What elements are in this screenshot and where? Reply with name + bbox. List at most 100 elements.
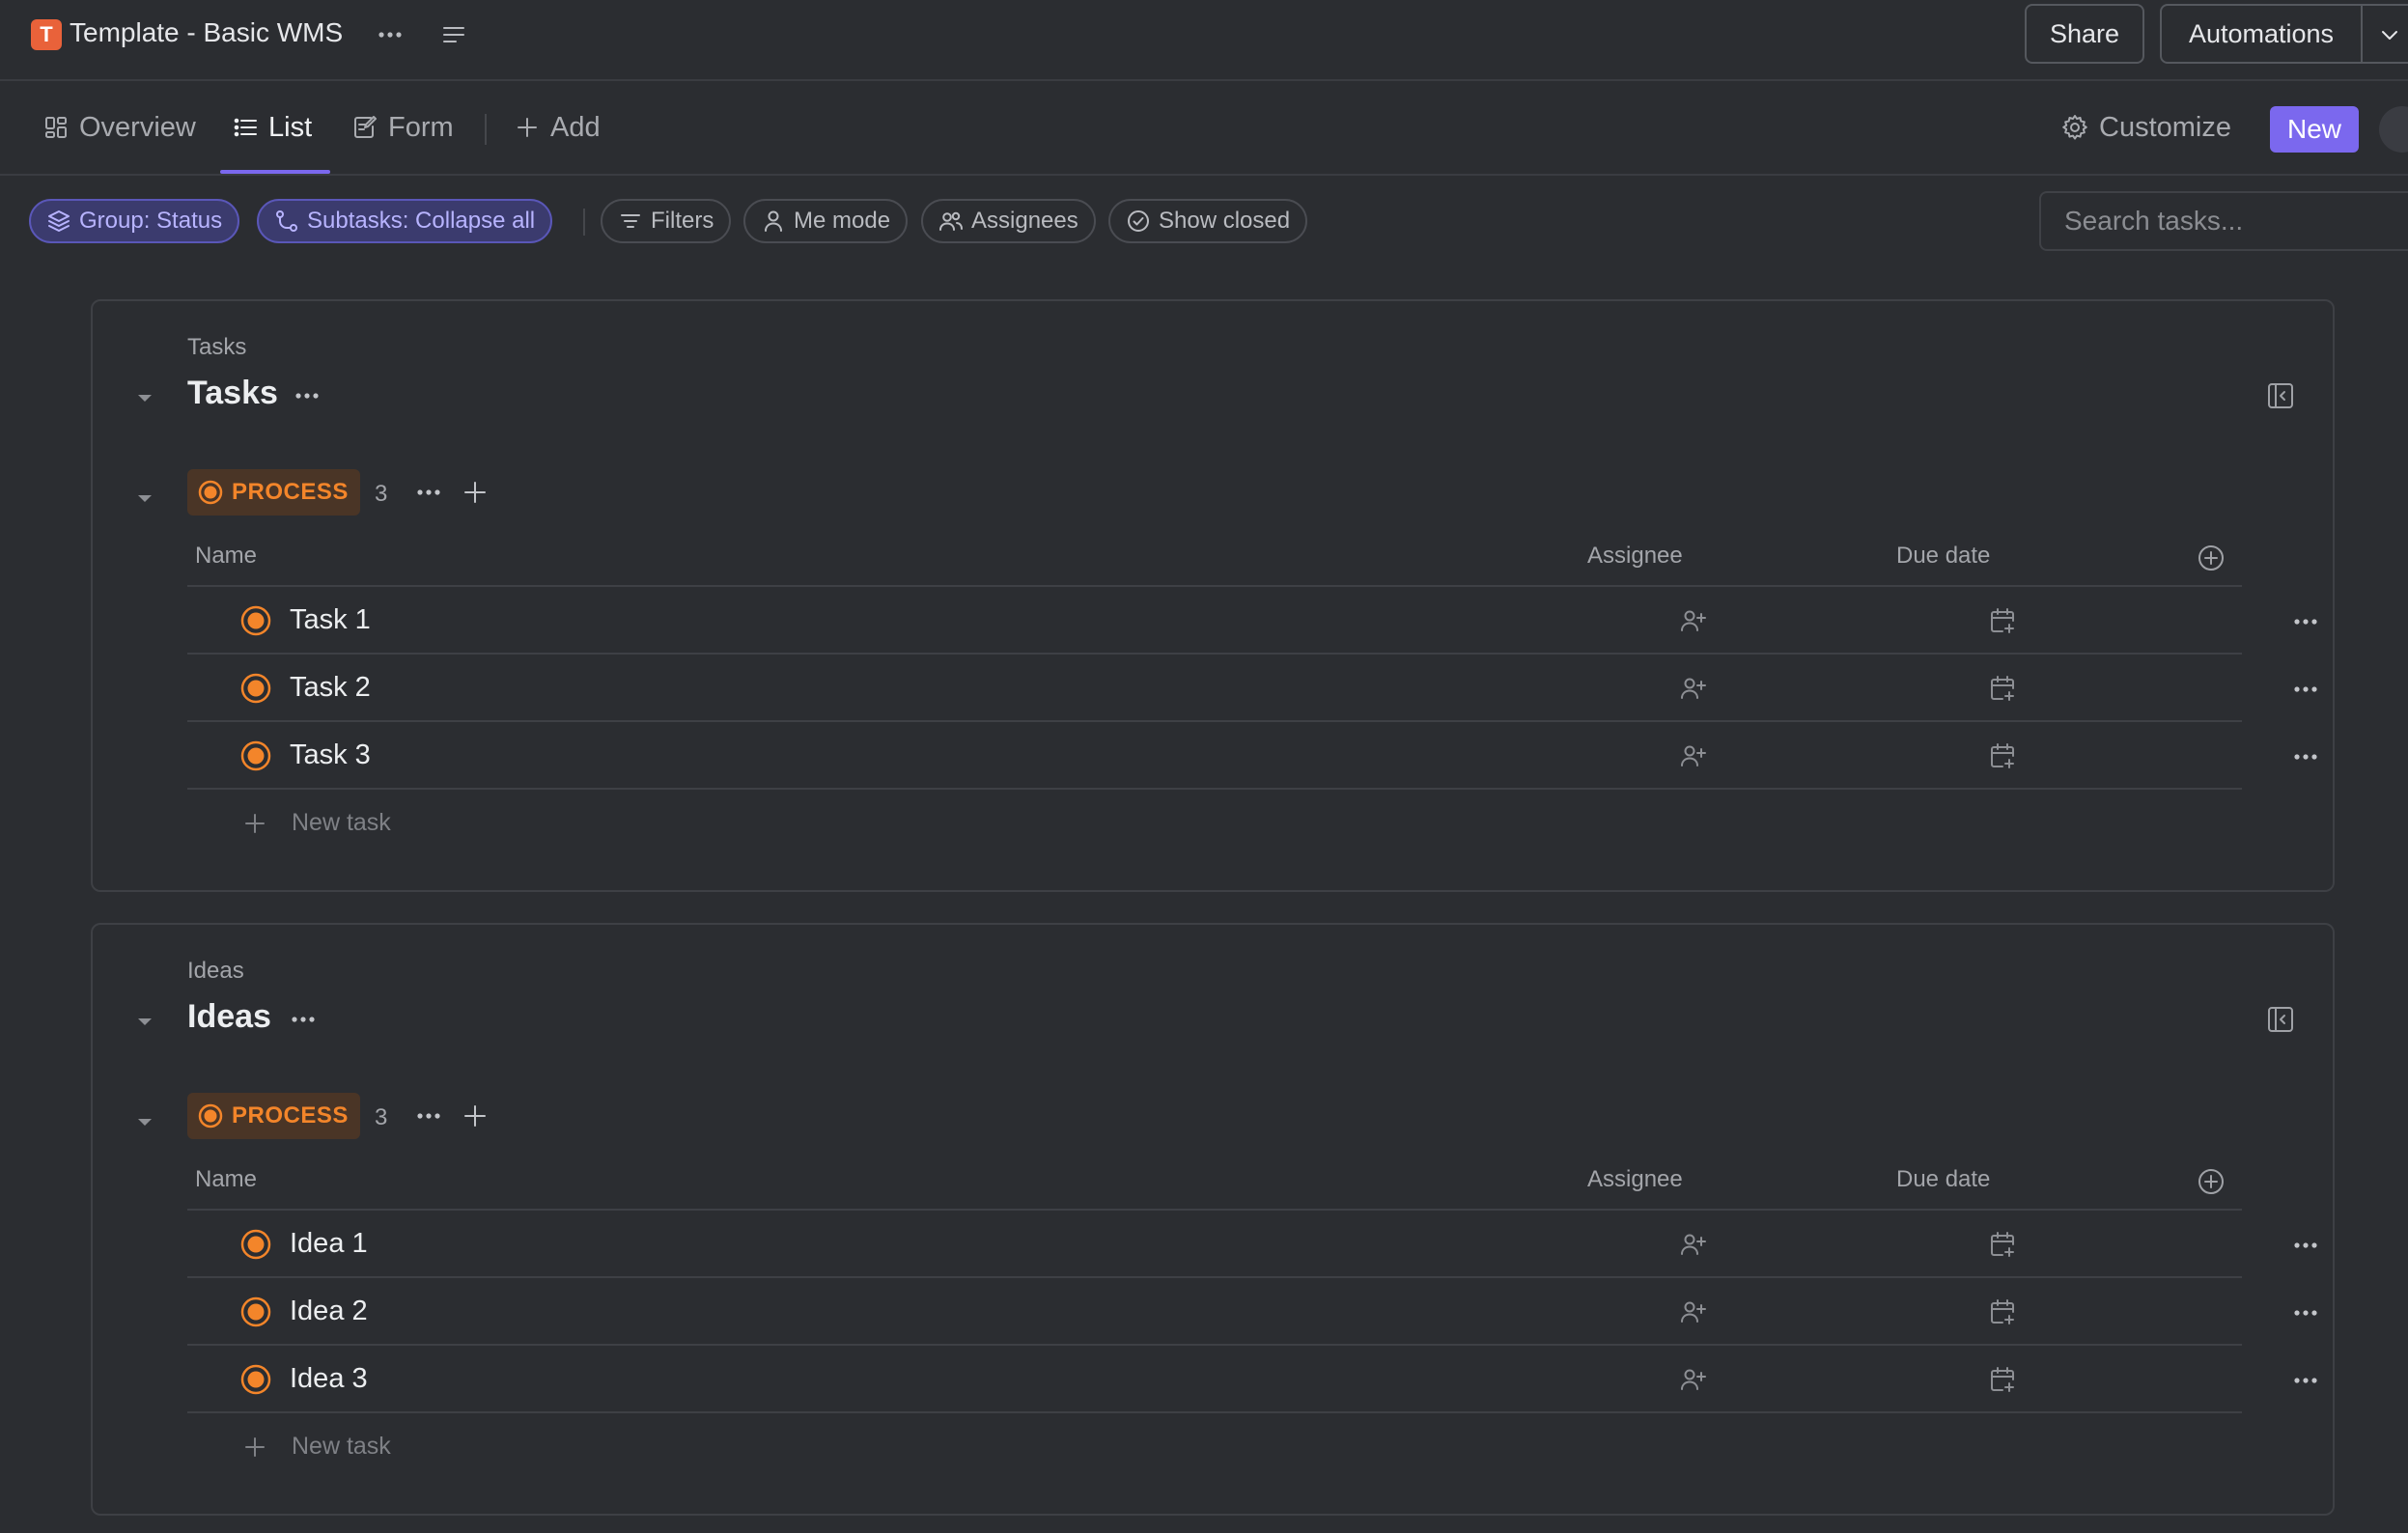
task-name[interactable]: Task 2 <box>290 672 371 704</box>
section-collapse-caret-icon[interactable] <box>131 384 158 411</box>
description-menu-icon[interactable] <box>434 15 473 54</box>
section-title[interactable]: Ideas <box>187 998 271 1036</box>
automations-button[interactable]: Automations <box>2160 4 2363 64</box>
group-by-chip[interactable]: Group: Status <box>29 199 240 243</box>
section-more-icon[interactable] <box>288 376 326 415</box>
group-add-task-icon[interactable] <box>458 1099 492 1133</box>
sidebar-collapse-icon[interactable] <box>2263 1002 2298 1037</box>
chip-divider <box>583 209 585 236</box>
group-add-task-icon[interactable] <box>458 475 492 510</box>
subtasks-chip[interactable]: Subtasks: Collapse all <box>257 199 553 243</box>
assignees-chip[interactable]: Assignees <box>921 199 1096 243</box>
add-column-icon[interactable] <box>2196 543 2226 573</box>
filter-icon <box>621 214 640 228</box>
task-name[interactable]: Idea 2 <box>290 1296 368 1327</box>
row-more-icon[interactable] <box>2286 738 2325 776</box>
table-row[interactable]: Task 3 <box>187 722 2317 790</box>
add-person-icon[interactable] <box>1678 673 1709 704</box>
row-more-icon[interactable] <box>2286 670 2325 709</box>
section-title[interactable]: Tasks <box>187 375 278 412</box>
row-more-icon[interactable] <box>2286 1294 2325 1332</box>
add-view-button[interactable]: Add <box>514 81 601 174</box>
new-task-button[interactable]: New task <box>241 809 391 837</box>
table-row[interactable]: Idea 3 <box>187 1346 2317 1413</box>
plus-icon <box>245 813 265 833</box>
group-collapse-caret-icon[interactable] <box>131 1108 158 1135</box>
status-process-icon <box>198 1103 223 1129</box>
customize-button[interactable]: Customize <box>2060 81 2231 174</box>
task-name[interactable]: Task 1 <box>290 604 371 636</box>
add-person-icon[interactable] <box>1678 1229 1709 1260</box>
list-icon <box>234 118 257 137</box>
column-header-name[interactable]: Name <box>195 543 257 570</box>
group-more-icon[interactable] <box>409 473 448 512</box>
row-more-icon[interactable] <box>2286 1361 2325 1400</box>
add-person-icon[interactable] <box>1678 605 1709 636</box>
chevron-down-icon <box>2382 31 2397 40</box>
status-process-icon[interactable] <box>239 739 272 772</box>
share-button[interactable]: Share <box>2025 4 2144 64</box>
column-header-name[interactable]: Name <box>195 1166 257 1193</box>
status-process-icon[interactable] <box>239 604 272 637</box>
table-row[interactable]: Idea 1 <box>187 1211 2317 1278</box>
show-closed-chip[interactable]: Show closed <box>1108 199 1308 243</box>
column-header-due-date[interactable]: Due date <box>1896 1166 1990 1193</box>
group-by-label: Group: Status <box>79 208 223 234</box>
filters-chip[interactable]: Filters <box>601 199 732 243</box>
group-collapse-caret-icon[interactable] <box>131 485 158 512</box>
active-tab-indicator <box>220 170 330 174</box>
tab-list[interactable]: List <box>232 81 312 174</box>
table-row[interactable]: Task 2 <box>187 655 2317 722</box>
status-process-icon[interactable] <box>239 1363 272 1396</box>
status-process-icon[interactable] <box>239 1228 272 1261</box>
row-more-icon[interactable] <box>2286 1226 2325 1265</box>
section-breadcrumb[interactable]: Ideas <box>187 958 244 985</box>
calendar-plus-icon[interactable] <box>1987 1296 2018 1327</box>
table-row[interactable]: Task 1 <box>187 587 2317 655</box>
table-row[interactable]: Idea 2 <box>187 1278 2317 1346</box>
automations-dropdown-button[interactable] <box>2361 4 2408 64</box>
calendar-plus-icon[interactable] <box>1987 740 2018 771</box>
me-mode-chip[interactable]: Me mode <box>743 199 909 243</box>
search-input[interactable] <box>2039 191 2408 251</box>
calendar-plus-icon[interactable] <box>1987 673 2018 704</box>
group-more-icon[interactable] <box>409 1097 448 1135</box>
tab-overview[interactable]: Overview <box>42 81 196 174</box>
calendar-plus-icon[interactable] <box>1987 605 2018 636</box>
sidebar-collapse-icon[interactable] <box>2263 378 2298 413</box>
me-mode-label: Me mode <box>794 208 891 234</box>
tab-form[interactable]: Form <box>351 81 454 174</box>
section-more-icon[interactable] <box>284 1000 322 1039</box>
top-bar: T Template - Basic WMS Share Automations <box>0 0 2408 81</box>
subtask-icon <box>276 210 297 232</box>
list-section-ideas: Ideas Ideas PROCESS 3 Name Assignee Due … <box>91 923 2335 1516</box>
section-collapse-caret-icon[interactable] <box>131 1008 158 1035</box>
new-button[interactable]: New <box>2270 106 2359 153</box>
page-title[interactable]: Template - Basic WMS <box>70 17 343 48</box>
column-header-due-date[interactable]: Due date <box>1896 543 1990 570</box>
tab-form-label: Form <box>388 111 454 143</box>
add-column-icon[interactable] <box>2196 1166 2226 1197</box>
app-badge[interactable]: T <box>31 19 62 50</box>
calendar-plus-icon[interactable] <box>1987 1229 2018 1260</box>
tab-overview-label: Overview <box>79 111 196 143</box>
status-badge[interactable]: PROCESS <box>187 1093 360 1139</box>
task-name[interactable]: Idea 3 <box>290 1363 368 1395</box>
status-process-icon[interactable] <box>239 1296 272 1328</box>
add-person-icon[interactable] <box>1678 1296 1709 1327</box>
section-breadcrumb[interactable]: Tasks <box>187 334 246 361</box>
new-task-button[interactable]: New task <box>241 1433 391 1461</box>
calendar-plus-icon[interactable] <box>1987 1364 2018 1395</box>
add-person-icon[interactable] <box>1678 740 1709 771</box>
column-header-assignee[interactable]: Assignee <box>1587 1166 1683 1193</box>
title-more-icon[interactable] <box>371 15 409 54</box>
task-name[interactable]: Idea 1 <box>290 1228 368 1260</box>
more-actions-button[interactable] <box>2379 106 2408 153</box>
row-more-icon[interactable] <box>2286 602 2325 641</box>
add-person-icon[interactable] <box>1678 1364 1709 1395</box>
group-task-count: 3 <box>375 481 388 507</box>
status-process-icon[interactable] <box>239 672 272 705</box>
task-name[interactable]: Task 3 <box>290 739 371 771</box>
status-badge[interactable]: PROCESS <box>187 469 360 516</box>
column-header-assignee[interactable]: Assignee <box>1587 543 1683 570</box>
